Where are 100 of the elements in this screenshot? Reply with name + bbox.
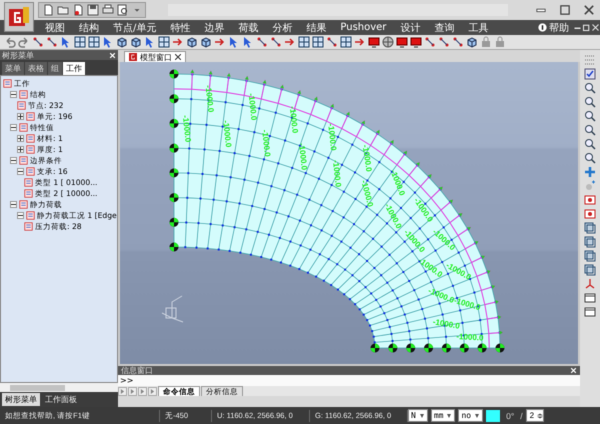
save-icon (87, 4, 99, 16)
expand-toggle[interactable] (17, 113, 24, 120)
lock-icon (480, 36, 492, 48)
monitor-icon (368, 36, 380, 48)
expand-toggle[interactable] (17, 168, 24, 175)
tree-node-icon (19, 200, 28, 209)
zoom-window-icon (584, 82, 596, 94)
caret-icon (418, 414, 425, 418)
cube-icon (200, 36, 212, 48)
axis-triad-icon (162, 296, 184, 322)
node-icon (452, 36, 464, 48)
panel-tab[interactable]: 树形菜单 (2, 393, 40, 406)
help-button[interactable]: 帮助 (534, 20, 573, 34)
panel-tab[interactable]: 表格 (25, 62, 47, 75)
load-value: -1000.0 (326, 123, 338, 151)
load-value: -1000.0 (288, 106, 300, 134)
menu-item[interactable]: 查询 (427, 20, 462, 34)
load-value: -1000.0 (330, 160, 343, 188)
select-dropdown[interactable]: no (458, 409, 484, 422)
node-icon (32, 36, 44, 48)
tree-node-icon (26, 134, 35, 143)
close-icon (175, 54, 181, 60)
panel-tab[interactable]: 工作面板 (42, 393, 80, 406)
menu-item[interactable]: Pushover (333, 22, 394, 33)
zoom-in-icon (584, 110, 596, 122)
arrow-icon (172, 36, 184, 48)
expand-toggle[interactable] (10, 124, 17, 131)
tree-node-icon (17, 101, 26, 110)
menu-item[interactable]: 荷载 (231, 20, 266, 34)
menu-item[interactable]: 视图 (38, 20, 72, 34)
window-icon (584, 306, 596, 318)
expand-toggle[interactable] (17, 212, 24, 219)
count-spinner[interactable]: 2 (526, 409, 544, 422)
nav-button[interactable] (138, 386, 147, 396)
menu-item[interactable]: 边界 (197, 20, 232, 34)
menu-item[interactable]: 设计 (393, 20, 428, 34)
tree-node-icon (26, 211, 35, 220)
load-value: -1000.0 (388, 168, 407, 197)
tree-node-icon (3, 79, 12, 88)
menu-item[interactable]: 分析 (265, 20, 300, 34)
node-icon (256, 36, 268, 48)
menu-item[interactable]: 结果 (299, 20, 334, 34)
panel-tab[interactable]: 菜单 (2, 62, 24, 75)
lock-icon (494, 36, 506, 48)
nav-button[interactable] (118, 386, 127, 396)
monitor-icon (410, 36, 422, 48)
app-logo[interactable] (4, 2, 34, 32)
scrollbar[interactable] (0, 383, 118, 392)
print-icon (102, 4, 114, 16)
menu-item[interactable]: 节点/单元 (106, 20, 164, 34)
load-value: -1000.0 (246, 92, 258, 121)
cube-icon (584, 236, 596, 248)
window-icon (584, 292, 596, 304)
tree-node-icon (24, 189, 33, 198)
close-icon (570, 367, 577, 374)
panel-title: 信息窗口 (121, 365, 153, 376)
tree-node-icon (26, 145, 35, 154)
expand-toggle[interactable] (10, 157, 17, 164)
tree-node-icon (26, 112, 35, 121)
load-value: -1000.0 (204, 84, 216, 113)
open-file-icon (72, 4, 84, 16)
cube-icon (130, 36, 142, 48)
menu-item[interactable]: 结构 (72, 20, 106, 34)
load-value: -1000.0 (359, 179, 375, 208)
cube-icon (186, 36, 198, 48)
magnifier-icon (584, 152, 596, 164)
spinner-arrows-icon (537, 410, 544, 420)
zoom-out-icon (584, 124, 596, 136)
node-icon (424, 36, 436, 48)
node-icon (270, 36, 282, 48)
cube-icon (584, 250, 596, 262)
panel-tab[interactable]: 工作 (63, 62, 85, 75)
load-value: -1000.0 (456, 332, 484, 342)
expand-toggle[interactable] (17, 135, 24, 142)
color-swatch[interactable] (486, 410, 500, 422)
print-preview-icon (117, 4, 129, 16)
pan-icon (584, 166, 596, 178)
separator-text: / (520, 410, 523, 420)
redo-icon (18, 36, 30, 48)
load-value: -1000.0 (360, 144, 374, 172)
caret-icon (446, 414, 452, 418)
expand-toggle[interactable] (17, 146, 24, 153)
load-value: -1000.0 (180, 114, 193, 143)
nav-button[interactable] (128, 386, 137, 396)
tree-node-icon (19, 156, 28, 165)
nav-button[interactable] (148, 386, 157, 396)
unit-dropdown[interactable]: mm (430, 409, 456, 422)
menu-item[interactable]: 特性 (163, 20, 198, 34)
cube-icon (466, 36, 478, 48)
expand-toggle[interactable] (10, 201, 17, 208)
unit-dropdown[interactable]: N (408, 409, 428, 422)
menu-item[interactable]: 工具 (461, 20, 496, 34)
expand-toggle[interactable] (10, 91, 17, 98)
undo-icon (4, 36, 16, 48)
tree-node-icon (24, 222, 33, 231)
zoom-icon (584, 96, 596, 108)
panel-tab[interactable]: 组 (48, 62, 62, 75)
load-value: -1000.0 (432, 317, 460, 331)
close-icon (584, 5, 594, 15)
document-tab[interactable]: 模型窗口 (124, 51, 186, 62)
